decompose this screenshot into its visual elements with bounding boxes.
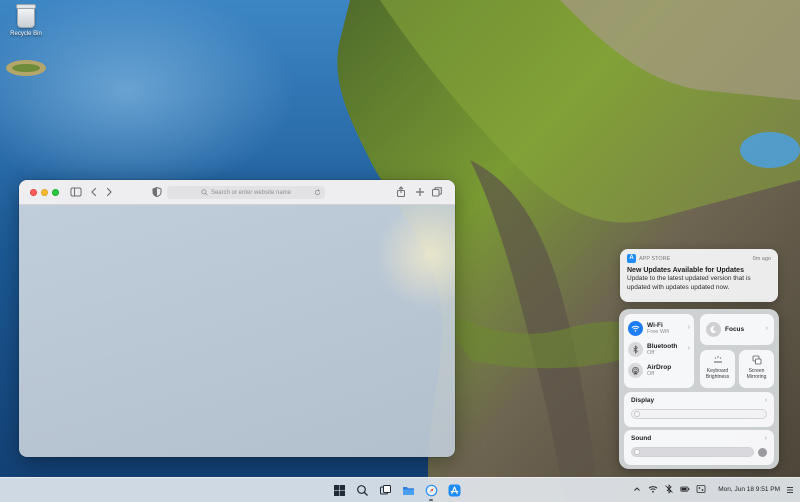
safari-icon[interactable] bbox=[423, 482, 439, 501]
safari-content-area[interactable] bbox=[19, 205, 455, 457]
notification-title: New Updates Available for Updates bbox=[627, 267, 744, 274]
screen-mirroring-tile[interactable]: Screen Mirroring bbox=[739, 350, 774, 388]
notification-banner[interactable]: A APP STORE 0m ago New Updates Available… bbox=[620, 249, 778, 302]
app-store-icon[interactable] bbox=[446, 482, 462, 498]
display-label: Display bbox=[631, 397, 655, 404]
display-brightness-slider[interactable] bbox=[631, 409, 767, 419]
moon-icon bbox=[706, 322, 721, 337]
safari-toolbar: Search or enter website name bbox=[19, 180, 455, 205]
tabs-overview-icon[interactable] bbox=[431, 186, 443, 198]
battery-icon[interactable] bbox=[680, 484, 690, 494]
chevron-right-icon[interactable]: › bbox=[688, 324, 690, 331]
airdrop-toggle[interactable]: AirDrop Off bbox=[628, 360, 690, 381]
screen-mirroring-label: Screen Mirroring bbox=[746, 368, 767, 380]
app-store-icon: A bbox=[627, 254, 636, 263]
privacy-shield-icon[interactable] bbox=[151, 186, 163, 198]
sound-tile: Sound › bbox=[624, 430, 774, 465]
focus-tile[interactable]: Focus › bbox=[700, 314, 774, 345]
safari-window[interactable]: Search or enter website name bbox=[19, 180, 455, 457]
sidebar-icon[interactable] bbox=[70, 186, 82, 198]
address-bar[interactable]: Search or enter website name bbox=[167, 186, 325, 199]
volume-slider[interactable] bbox=[631, 447, 754, 457]
wifi-icon bbox=[628, 321, 643, 336]
system-clock[interactable]: Mon, Jun 18 9:51 PM bbox=[718, 486, 780, 493]
notification-app-name: APP STORE bbox=[639, 255, 671, 262]
notification-time: 0m ago bbox=[752, 255, 771, 262]
wifi-icon[interactable] bbox=[648, 484, 658, 494]
bluetooth-toggle[interactable]: Bluetooth Off › bbox=[628, 339, 690, 360]
bluetooth-label: Bluetooth bbox=[647, 342, 678, 350]
search-icon bbox=[201, 189, 208, 196]
control-center-icon[interactable] bbox=[696, 484, 706, 494]
slider-knob[interactable] bbox=[634, 411, 640, 417]
new-tab-icon[interactable] bbox=[414, 186, 426, 198]
airplay-audio-icon[interactable] bbox=[758, 447, 767, 457]
screen-mirroring-icon bbox=[752, 355, 762, 365]
desktop-icon-recycle-bin[interactable]: Recycle Bin bbox=[6, 4, 46, 37]
focus-label: Focus bbox=[725, 326, 745, 333]
reload-icon[interactable] bbox=[314, 189, 321, 196]
bluetooth-off-icon[interactable] bbox=[664, 484, 674, 494]
keyboard-brightness-label: Keyboard Brightness bbox=[705, 368, 730, 380]
sound-label: Sound bbox=[631, 435, 652, 442]
chevron-right-icon[interactable]: › bbox=[765, 435, 767, 442]
control-center: Wi-Fi Free Wifi › Bluetooth Off › AirDro… bbox=[619, 309, 779, 469]
trash-bin-icon bbox=[16, 4, 36, 28]
wifi-label: Wi-Fi bbox=[647, 321, 663, 329]
menu-icon[interactable] bbox=[786, 486, 794, 494]
file-explorer-icon[interactable] bbox=[400, 482, 416, 498]
airdrop-status: Off bbox=[647, 370, 655, 377]
keyboard-brightness-tile[interactable]: Keyboard Brightness bbox=[700, 350, 735, 388]
zoom-window-button[interactable] bbox=[52, 189, 59, 196]
keyboard-brightness-icon bbox=[713, 355, 723, 365]
bluetooth-icon bbox=[628, 342, 643, 357]
wifi-status: Free Wifi bbox=[647, 328, 669, 335]
airdrop-label: AirDrop bbox=[647, 363, 672, 371]
minimize-window-button[interactable] bbox=[41, 189, 48, 196]
connectivity-tile: Wi-Fi Free Wifi › Bluetooth Off › AirDro… bbox=[624, 314, 694, 388]
chevron-right-icon[interactable]: › bbox=[765, 397, 767, 404]
bluetooth-status: Off bbox=[647, 349, 655, 356]
notification-body: Update to the latest updated version tha… bbox=[627, 275, 751, 291]
chevron-right-icon[interactable]: › bbox=[766, 325, 768, 332]
task-view-icon[interactable] bbox=[377, 482, 393, 498]
slider-knob[interactable] bbox=[634, 449, 640, 455]
chevron-up-icon[interactable] bbox=[632, 484, 642, 494]
close-window-button[interactable] bbox=[30, 189, 37, 196]
windows-start-icon[interactable] bbox=[331, 482, 347, 498]
chevron-right-icon[interactable]: › bbox=[688, 345, 690, 352]
taskbar: Mon, Jun 18 9:51 PM bbox=[0, 477, 800, 502]
back-icon[interactable] bbox=[88, 186, 100, 198]
search-icon[interactable] bbox=[354, 482, 370, 498]
share-icon[interactable] bbox=[395, 186, 407, 198]
display-tile: Display › bbox=[624, 392, 774, 427]
desktop-icon-label: Recycle Bin bbox=[10, 31, 42, 37]
wifi-toggle[interactable]: Wi-Fi Free Wifi › bbox=[628, 318, 690, 339]
address-bar-placeholder: Search or enter website name bbox=[210, 189, 292, 196]
forward-icon[interactable] bbox=[103, 186, 115, 198]
airdrop-icon bbox=[628, 363, 643, 378]
